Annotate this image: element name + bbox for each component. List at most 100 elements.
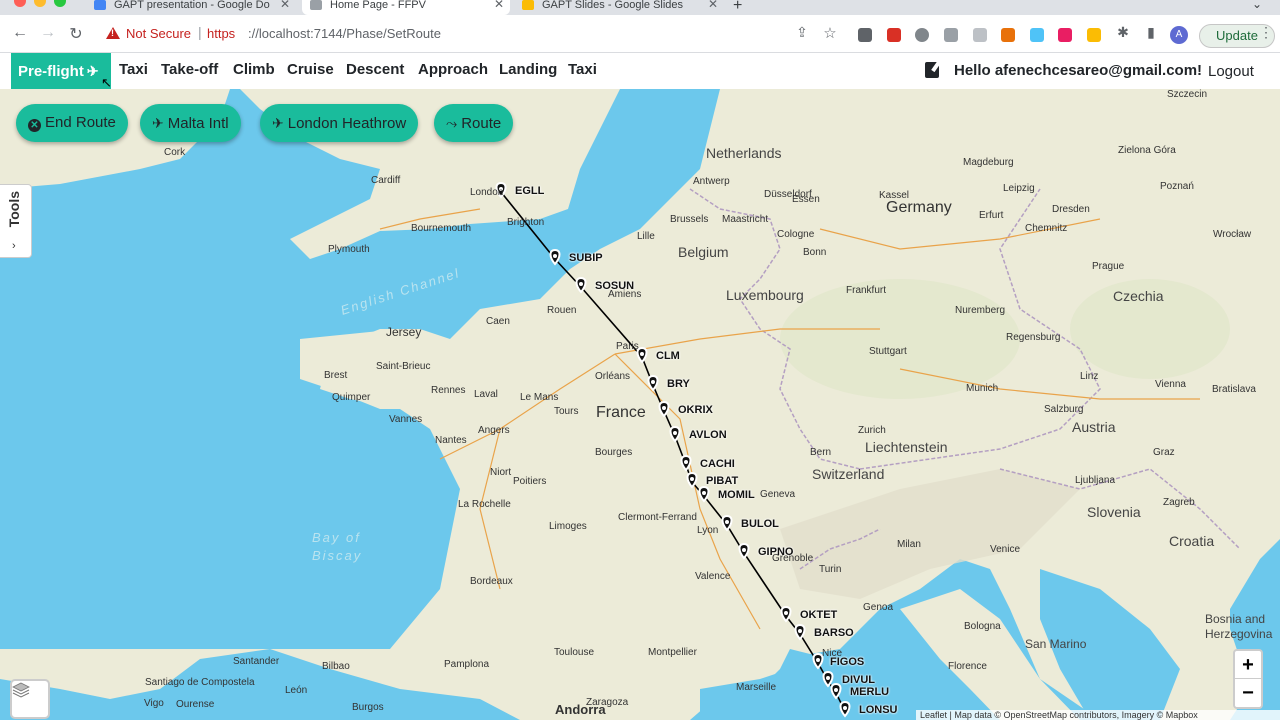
city-label: Valence [695, 571, 731, 582]
city-label: Dresden [1052, 204, 1090, 215]
close-tab-icon[interactable]: ✕ [708, 0, 718, 10]
city-label: Bilbao [322, 661, 350, 672]
zoom-control: + − [1233, 649, 1263, 709]
phase-taxi-arrival[interactable]: Taxi [568, 61, 597, 78]
extension-icon[interactable] [944, 28, 958, 42]
extension-icon[interactable] [887, 28, 901, 42]
share-icon[interactable]: ⇪ [792, 24, 812, 41]
browser-toolbar: ← → ↻ Not Secure | https ://localhost:71… [0, 15, 1280, 53]
minimize-window-button[interactable] [34, 0, 46, 7]
city-label: Quimper [332, 392, 371, 403]
city-label: Antwerp [693, 176, 730, 187]
phase-cruise[interactable]: Cruise [287, 61, 334, 78]
waypoint-marker-barso[interactable] [794, 623, 806, 641]
waypoint-marker-lonsu[interactable] [839, 700, 851, 718]
city-label: Stuttgart [869, 346, 907, 357]
reload-icon[interactable]: ↻ [66, 24, 86, 44]
phase-descent[interactable]: Descent [346, 61, 404, 78]
globe-icon[interactable] [915, 28, 929, 42]
arrival-airport-button[interactable]: ✈ London Heathrow [260, 104, 419, 142]
city-label: London [470, 187, 504, 198]
browser-tab-gapt-slides[interactable]: GAPT Slides - Google Slides ✕ [514, 0, 724, 15]
extension-icon[interactable] [1058, 28, 1072, 42]
city-label: Rouen [547, 305, 577, 316]
country-label: Germany [886, 199, 952, 216]
country-label: Austria [1072, 419, 1116, 435]
phase-preflight[interactable]: Pre-flight ✈ [11, 53, 111, 89]
waypoint-marker-clm[interactable] [636, 346, 648, 364]
side-panel-icon[interactable]: ▮ [1141, 24, 1161, 41]
phase-takeoff[interactable]: Take-off [161, 61, 218, 78]
phase-taxi[interactable]: Taxi [119, 61, 148, 78]
browser-tab-home-page[interactable]: Home Page - FFPV ✕ [302, 0, 510, 15]
country-label: Switzerland [812, 466, 885, 482]
back-arrow-icon[interactable]: ← [10, 24, 30, 42]
browser-tab-gapt-presentation[interactable]: GAPT presentation - Google Do ✕ [86, 0, 296, 15]
city-label: Zagreb [1163, 497, 1195, 508]
map-attribution[interactable]: Leaflet | Map data © OpenStreetMap contr… [916, 710, 1280, 720]
phase-approach[interactable]: Approach [418, 61, 488, 78]
tools-panel-toggle[interactable]: Tools › [0, 184, 32, 258]
city-label: Chemnitz [1025, 223, 1068, 234]
waypoint-marker-gipno[interactable] [738, 542, 750, 560]
city-label: Orléans [595, 371, 631, 382]
city-label: Nantes [435, 435, 467, 446]
waypoint-marker-bulol[interactable] [721, 514, 733, 532]
close-window-button[interactable] [14, 0, 26, 7]
waypoint-label-avlon: AVLON [689, 429, 727, 441]
waypoint-marker-okrix[interactable] [658, 400, 670, 418]
metamask-icon[interactable] [1001, 28, 1015, 42]
waypoint-marker-bry[interactable] [647, 374, 659, 392]
city-label: Poitiers [513, 476, 547, 487]
extension-icon[interactable] [973, 28, 987, 42]
route-button[interactable]: ⤳ Route [434, 104, 514, 142]
city-label: Laval [474, 389, 498, 400]
logout-link[interactable]: Logout [1208, 63, 1254, 80]
url-text: ://localhost:7144/Phase/SetRoute [248, 26, 441, 41]
close-tab-icon[interactable]: ✕ [494, 0, 504, 10]
maximize-window-button[interactable] [54, 0, 66, 7]
url-separator: | [198, 24, 202, 40]
country-label: Bosnia and Herzegovina [1205, 612, 1273, 641]
zoom-in-button[interactable]: + [1235, 651, 1261, 679]
security-status[interactable]: Not Secure [126, 26, 191, 41]
waypoint-marker-avlon[interactable] [669, 425, 681, 443]
waypoint-marker-divul[interactable] [822, 670, 834, 688]
address-bar[interactable]: Not Secure | https ://localhost:7144/Pha… [98, 21, 848, 49]
city-label: Maastricht [722, 214, 769, 225]
country-label: Croatia [1169, 533, 1215, 549]
kebab-menu-icon[interactable]: ⋮ [1256, 24, 1276, 41]
warning-icon [106, 27, 120, 39]
city-label: Kassel [879, 190, 910, 201]
city-label: Nuremberg [955, 305, 1006, 316]
waypoint-marker-merlu[interactable] [830, 682, 842, 700]
bookmark-star-icon[interactable]: ☆ [820, 24, 840, 42]
extension-icon[interactable] [1030, 28, 1044, 42]
country-label: France [596, 404, 646, 421]
route-map[interactable]: EGLL SUBIP SOSUN CLM BRY OKRIX AVLON CACHI PIBAT… [0, 89, 1280, 720]
waypoint-marker-cachi[interactable] [680, 454, 692, 472]
city-label: Zurich [858, 425, 886, 436]
departure-airport-button[interactable]: ✈ Malta Intl [140, 104, 241, 142]
waypoint-label-divul: DIVUL [842, 674, 875, 686]
city-label: Toulouse [554, 647, 595, 658]
extension-icon[interactable] [1087, 28, 1101, 42]
zoom-out-button[interactable]: − [1235, 679, 1261, 707]
chevron-down-icon[interactable]: ⌄ [1252, 0, 1262, 11]
avatar[interactable]: A [1170, 26, 1188, 44]
city-label: Brussels [670, 214, 709, 225]
puzzle-icon[interactable]: ✱ [1113, 24, 1133, 41]
chevron-right-icon: › [12, 240, 16, 252]
city-label: Nice [822, 648, 843, 659]
layers-control[interactable] [10, 679, 50, 719]
phase-climb[interactable]: Climb [233, 61, 275, 78]
end-route-button[interactable]: ✕ End Route [16, 104, 128, 142]
extension-icon[interactable] [858, 28, 872, 42]
close-tab-icon[interactable]: ✕ [280, 0, 290, 10]
country-label: Liechtenstein [865, 439, 948, 455]
edit-profile-icon[interactable] [925, 62, 939, 78]
url-scheme: https [207, 26, 236, 41]
phase-landing[interactable]: Landing [499, 61, 557, 78]
forward-arrow-icon[interactable]: → [38, 24, 58, 42]
new-tab-icon[interactable]: + [733, 0, 742, 15]
